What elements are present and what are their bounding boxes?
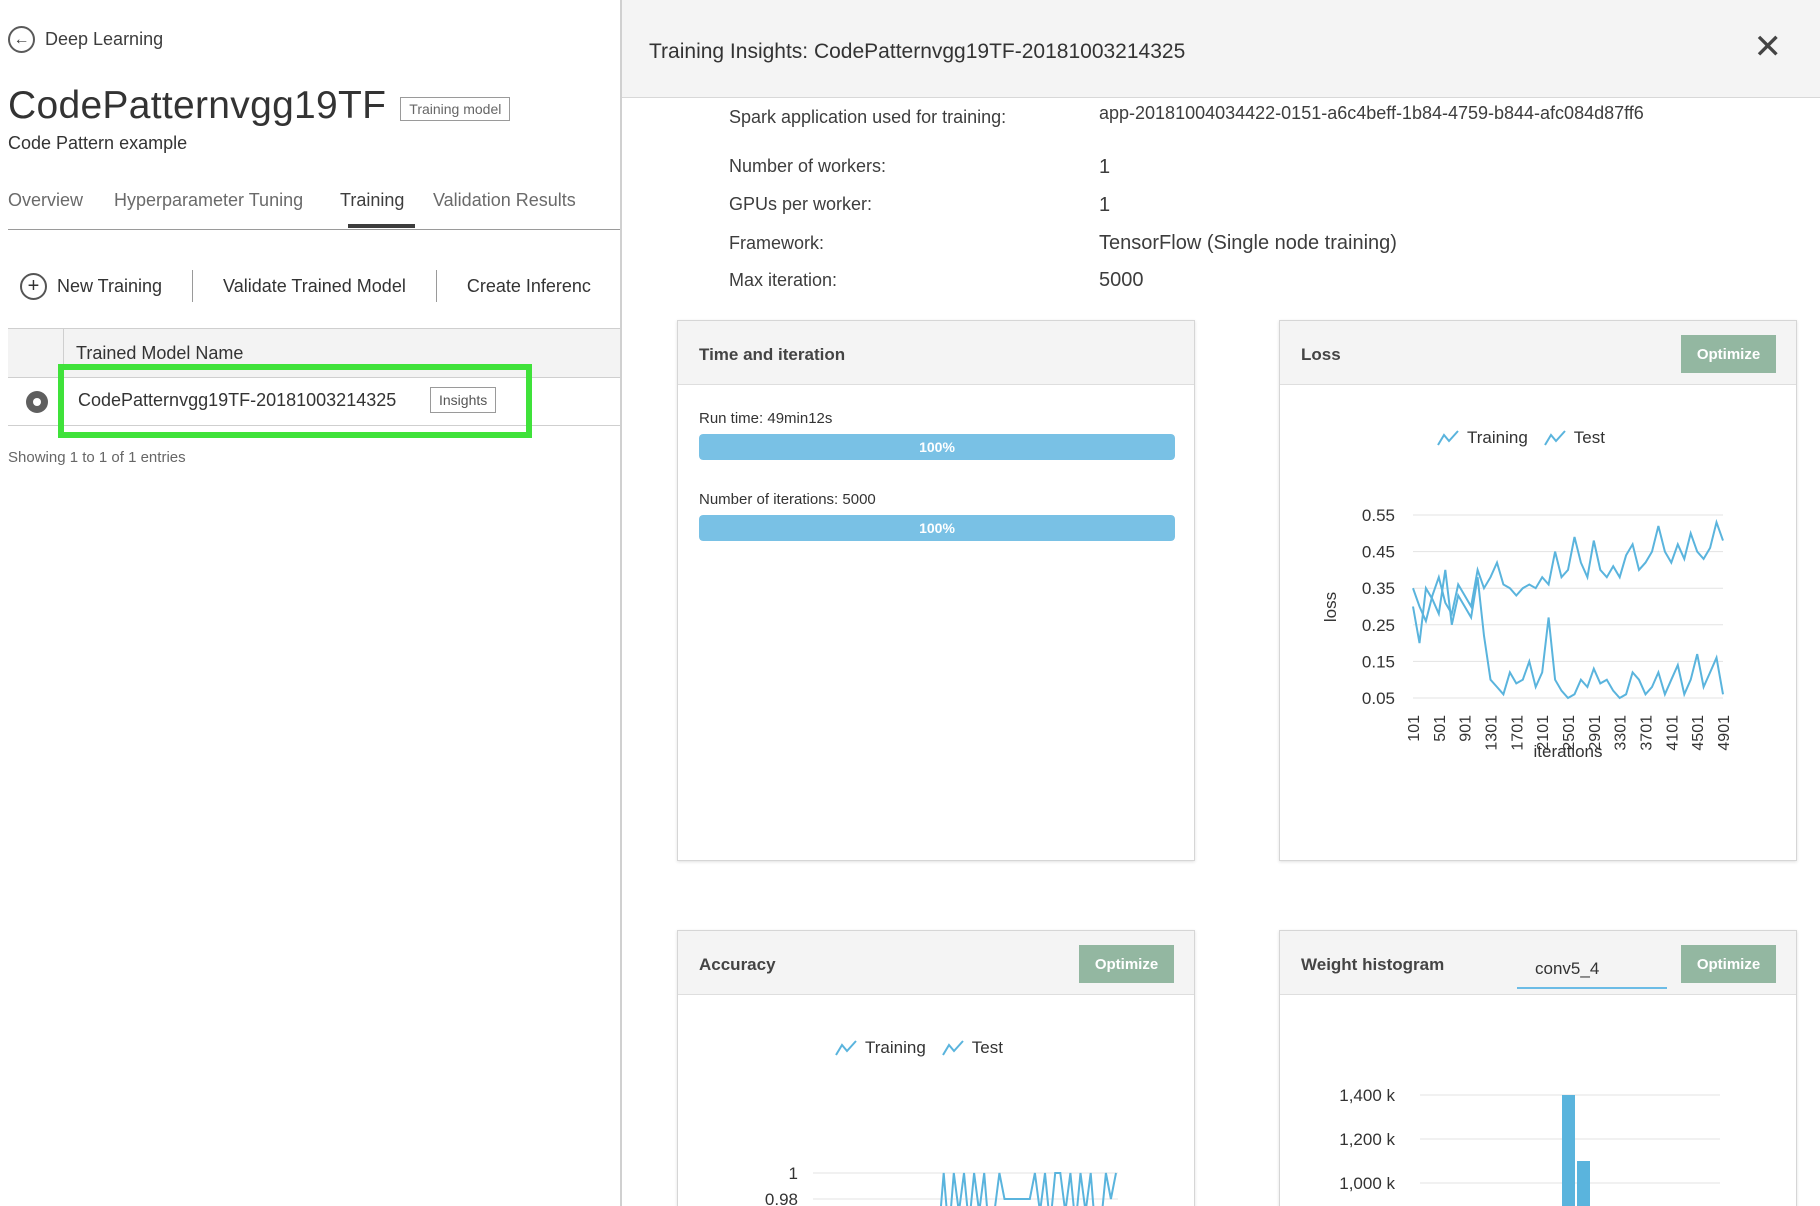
- back-arrow-icon: ←: [8, 26, 35, 53]
- card-header: Weight histogram conv5_4 Optimize: [1280, 931, 1796, 995]
- optimize-button[interactable]: Optimize: [1681, 945, 1776, 983]
- back-label: Deep Learning: [45, 29, 164, 49]
- accuracy-card: Accuracy Optimize Training Test 10.980.9…: [677, 930, 1195, 1206]
- card-title: Weight histogram: [1301, 955, 1445, 974]
- y-axis-label: loss: [1321, 592, 1340, 622]
- y-tick-label: 0.98: [765, 1190, 798, 1206]
- optimize-button[interactable]: Optimize: [1681, 335, 1776, 373]
- column-header-name[interactable]: Trained Model Name: [76, 343, 243, 364]
- iterations-progress-bar: 100%: [699, 515, 1175, 541]
- panel-header: Training Insights: CodePatternvgg19TF-20…: [622, 0, 1820, 98]
- panel-title: Training Insights: CodePatternvgg19TF-20…: [649, 40, 1186, 63]
- histogram-bar: [1562, 1095, 1575, 1206]
- layer-select[interactable]: conv5_4: [1517, 945, 1667, 989]
- iterations-label: Number of iterations: 5000: [699, 491, 876, 508]
- tab-training[interactable]: Training: [340, 190, 404, 211]
- tab-hyperparameter-tuning[interactable]: Hyperparameter Tuning: [114, 190, 303, 211]
- y-tick-label: 1,000 k: [1339, 1174, 1395, 1193]
- info-value-max-iteration: 5000: [1099, 269, 1144, 291]
- y-tick-label: 0.55: [1362, 506, 1395, 525]
- x-tick-label: 101: [1406, 715, 1423, 742]
- tab-overview[interactable]: Overview: [8, 190, 83, 211]
- series-line-training: [939, 1172, 1117, 1206]
- run-time-label: Run time: 49min12s: [699, 410, 833, 427]
- x-tick-label: 3701: [1639, 715, 1656, 751]
- y-tick-label: 1: [789, 1164, 798, 1183]
- divider: [435, 270, 437, 302]
- close-icon[interactable]: ✕: [1754, 30, 1783, 64]
- info-label-workers: Number of workers:: [729, 156, 887, 176]
- optimize-button[interactable]: Optimize: [1079, 945, 1174, 983]
- new-training-button[interactable]: New Training: [57, 276, 162, 297]
- highlight-box: [58, 364, 532, 438]
- insights-panel: Training Insights: CodePatternvgg19TF-20…: [620, 0, 1820, 1206]
- row-radio[interactable]: [26, 391, 48, 413]
- info-label-max-iteration: Max iteration:: [729, 270, 838, 290]
- left-panel: ← Deep Learning CodePatternvgg19TF Train…: [0, 0, 620, 1206]
- time-iteration-card: Time and iteration Run time: 49min12s 10…: [677, 320, 1195, 861]
- x-tick-label: 1301: [1484, 715, 1501, 751]
- page-subtitle: Code Pattern example: [8, 133, 188, 153]
- divider: [192, 270, 194, 302]
- card-header: Time and iteration: [678, 321, 1194, 385]
- tab-validation-results[interactable]: Validation Results: [433, 190, 576, 211]
- iterations-progress-text: 100%: [919, 520, 955, 536]
- x-tick-label: 901: [1458, 715, 1475, 742]
- y-tick-label: 0.05: [1362, 689, 1395, 708]
- y-tick-label: 0.25: [1362, 616, 1395, 635]
- page-title: CodePatternvgg19TF: [8, 84, 387, 127]
- back-link[interactable]: ← Deep Learning: [8, 26, 163, 53]
- card-title: Accuracy: [699, 955, 776, 974]
- info-label-spark: Spark application used for training:: [729, 107, 1007, 127]
- plus-icon: +: [20, 272, 47, 300]
- card-title: Loss: [1301, 345, 1341, 364]
- create-inference-button[interactable]: Create Inferenc: [467, 276, 591, 297]
- x-tick-label: 4501: [1690, 715, 1707, 751]
- y-tick-label: 1,200 k: [1339, 1130, 1395, 1149]
- x-tick-label: 4901: [1716, 715, 1733, 751]
- active-tab-indicator: [348, 224, 415, 228]
- x-tick-label: 1701: [1509, 715, 1526, 751]
- y-tick-label: 0.45: [1362, 543, 1395, 562]
- x-axis-label: iterations: [1534, 742, 1603, 761]
- y-tick-label: 0.15: [1362, 652, 1395, 671]
- action-bar: + New Training Validate Trained Model Cr…: [20, 268, 591, 304]
- info-label-gpus: GPUs per worker:: [729, 194, 873, 214]
- info-value-framework: TensorFlow (Single node training): [1099, 232, 1397, 254]
- loss-card: Loss Optimize Training Test 0.55 0.45 0.35…: [1279, 320, 1797, 861]
- x-tick-label: 3301: [1613, 715, 1630, 751]
- card-header: Accuracy Optimize: [678, 931, 1194, 995]
- run-time-progress-text: 100%: [919, 439, 955, 455]
- info-value-gpus: 1: [1099, 194, 1111, 216]
- weight-histogram-chart: 1,400 k1,200 k1,000 k800 k: [1339, 1086, 1720, 1206]
- series-line-test: [1412, 569, 1724, 700]
- select-column-header: [8, 329, 64, 377]
- card-title: Time and iteration: [699, 345, 846, 364]
- run-time-progress-bar: 100%: [699, 434, 1175, 460]
- accuracy-chart: 10.980.960.94: [765, 1164, 1118, 1206]
- model-tag: Training model: [400, 97, 511, 121]
- info-value-spark: app-20181004034422-0151-a6c4beff-1b84-47…: [1099, 103, 1644, 123]
- validate-trained-model-button[interactable]: Validate Trained Model: [223, 276, 406, 297]
- histogram-bar: [1577, 1161, 1590, 1206]
- info-value-workers: 1: [1099, 156, 1111, 178]
- series-line-training: [1412, 518, 1724, 625]
- x-tick-label: 4101: [1664, 715, 1681, 751]
- y-tick-label: 1,400 k: [1339, 1086, 1395, 1105]
- entries-count: Showing 1 to 1 of 1 entries: [8, 449, 186, 466]
- x-tick-label: 501: [1432, 715, 1449, 742]
- weight-histogram-card: Weight histogram conv5_4 Optimize 1,400 …: [1279, 930, 1797, 1206]
- y-tick-label: 0.35: [1362, 579, 1395, 598]
- card-header: Loss Optimize: [1280, 321, 1796, 385]
- info-label-framework: Framework:: [729, 233, 825, 253]
- tab-bar: Overview Hyperparameter Tuning Training …: [8, 190, 620, 230]
- loss-chart: 0.55 0.45 0.35 0.25 0.15 0.05 101 501 901 1301 170…: [1321, 506, 1733, 761]
- title-row: CodePatternvgg19TF Training model: [8, 84, 511, 128]
